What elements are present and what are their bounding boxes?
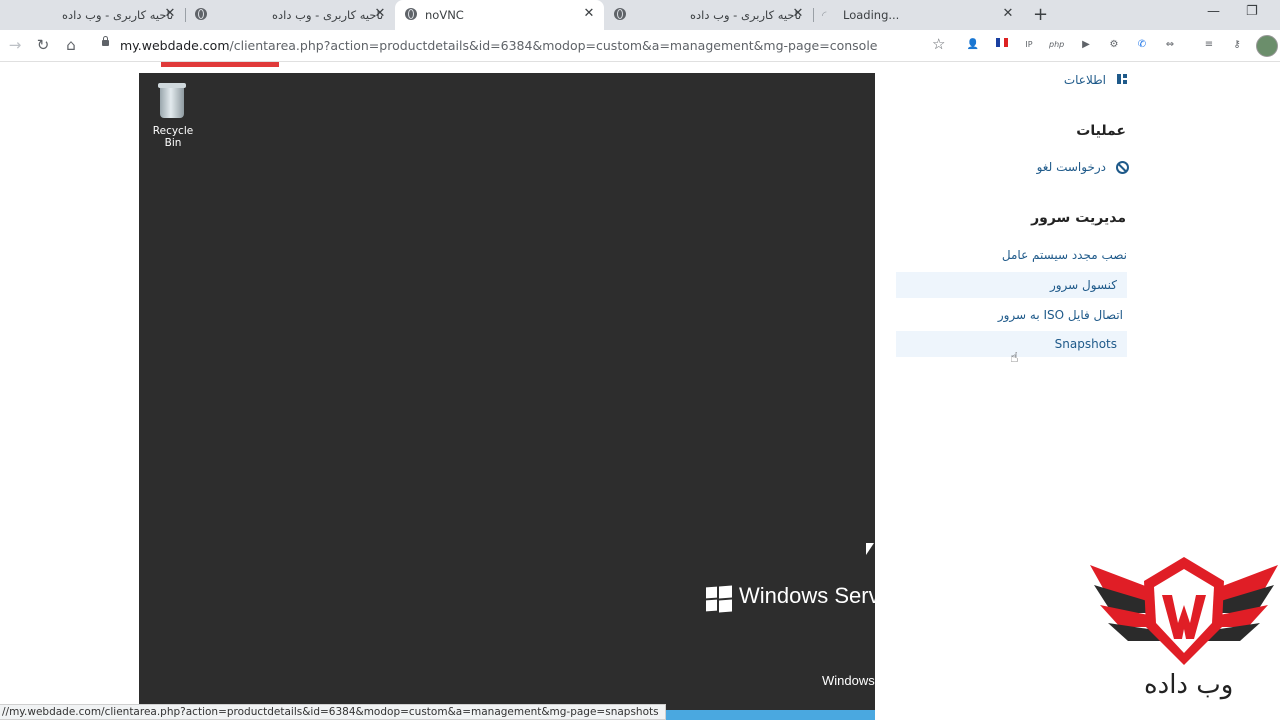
windows-server-brand: Windows Serve (739, 583, 875, 608)
tab-2[interactable]: ناحیه کاربری - وب داده ✕ (186, 0, 394, 30)
recycle-bin-icon[interactable] (157, 81, 187, 119)
gear-icon[interactable]: ⚙ (1107, 38, 1121, 52)
home-icon[interactable]: ⌂ (62, 36, 80, 54)
play-icon[interactable]: ▶ (1079, 38, 1093, 52)
status-bar-url: //my.webdade.com/clientarea.php?action=p… (0, 704, 666, 720)
forward-icon[interactable]: → (6, 36, 24, 54)
hand-cursor-icon: ☝ (1010, 350, 1019, 366)
active-tab-indicator (161, 62, 279, 67)
mouse-pointer-icon (866, 543, 874, 555)
restore-button[interactable]: ❐ (1246, 4, 1258, 19)
globe-icon (405, 8, 417, 20)
flag-icon[interactable] (995, 38, 1009, 52)
globe-icon (195, 8, 207, 20)
url-host: my.webdade.com (120, 38, 230, 53)
tab-novnc[interactable]: noVNC ✕ (395, 0, 604, 30)
sidebar-item-attach-iso[interactable]: اتصال فایل ISO به سرور (896, 302, 1127, 328)
user-icon[interactable]: 👤 (966, 38, 980, 52)
url-path: /clientarea.php?action=productdetails&id… (229, 38, 878, 53)
dashboard-icon (1117, 74, 1127, 84)
php-icon[interactable]: php (1049, 38, 1064, 52)
tab-loading[interactable]: ◜ Loading... ✕ (814, 0, 1024, 30)
close-icon[interactable]: ✕ (163, 6, 177, 22)
tab-title: Loading... (843, 8, 900, 22)
profile-avatar[interactable] (1256, 35, 1278, 57)
globe-icon (614, 8, 626, 20)
phone-icon[interactable]: ✆ (1135, 38, 1149, 52)
tab-strip: ناحیه کاربری - وب داده ✕ ناحیه کاربری - … (0, 0, 1280, 30)
sidebar-item-server-console[interactable]: کنسول سرور (896, 272, 1127, 298)
tab-title: ناحیه کاربری - وب داده (690, 8, 802, 22)
sidebar-item-reinstall-os[interactable]: نصب مجدد سیستم عامل (896, 242, 1127, 268)
close-icon[interactable]: ✕ (373, 6, 387, 22)
ban-icon (1116, 161, 1129, 174)
playlist-icon[interactable]: ≡ (1202, 38, 1216, 52)
loading-spinner-icon: ◜ (822, 8, 827, 22)
logo-text: وب داده (1144, 670, 1234, 700)
arrows-icon[interactable]: ⇔ (1163, 38, 1177, 52)
tab-title: ناحیه کاربری - وب داده (272, 8, 384, 22)
tab-title: noVNC (425, 8, 464, 22)
windows-watermark: Windows (822, 673, 875, 688)
minimize-button[interactable]: — (1207, 4, 1220, 19)
close-icon[interactable]: ✕ (1001, 6, 1015, 22)
operations-heading: عملیات (1076, 123, 1126, 139)
lock-icon[interactable] (102, 36, 109, 46)
cancel-request-link[interactable]: درخواست لغو (1037, 160, 1106, 174)
key-icon[interactable]: ⚷ (1230, 38, 1244, 52)
browser-toolbar: → ↻ ⌂ my.webdade.com/clientarea.php?acti… (0, 30, 1280, 62)
close-icon[interactable]: ✕ (791, 6, 805, 22)
vnc-console[interactable]: Recycle Bin Windows Serve Windows (139, 73, 875, 720)
reload-icon[interactable]: ↻ (34, 36, 52, 54)
bookmark-star-icon[interactable]: ☆ (932, 35, 945, 53)
address-bar[interactable]: my.webdade.com/clientarea.php?action=pro… (120, 38, 877, 53)
ip-icon[interactable]: IP (1022, 38, 1036, 52)
tab-1[interactable]: ناحیه کاربری - وب داده ✕ (0, 0, 185, 30)
info-link[interactable]: اطلاعات (1064, 73, 1106, 87)
tab-title: ناحیه کاربری - وب داده (62, 8, 174, 22)
recycle-bin-label: Recycle Bin (152, 125, 194, 149)
page-content: Recycle Bin Windows Serve Windows اطلاعا… (0, 62, 1280, 720)
close-icon[interactable]: ✕ (582, 6, 596, 22)
windows-logo-icon (706, 585, 732, 613)
new-tab-button[interactable]: + (1033, 4, 1048, 25)
server-management-heading: مدیریت سرور (1031, 210, 1126, 226)
tab-4[interactable]: ناحیه کاربری - وب داده ✕ (605, 0, 813, 30)
